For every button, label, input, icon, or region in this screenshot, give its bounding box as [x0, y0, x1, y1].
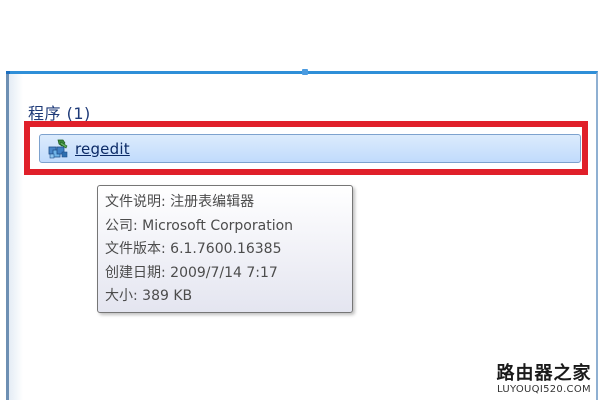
site-watermark: 路由器之家 LUYOUQI520.COM: [494, 364, 594, 396]
panel-resize-handle[interactable]: [302, 69, 308, 75]
start-menu-search-panel: 程序 (1) regedit 文件说明: 注册表编辑器 公司: Microsof…: [6, 69, 598, 400]
red-highlight-annotation: [24, 121, 588, 175]
tooltip-company: 公司: Microsoft Corporation: [105, 217, 294, 234]
screenshot-canvas: 程序 (1) regedit 文件说明: 注册表编辑器 公司: Microsof…: [0, 0, 600, 400]
tooltip-file-size: 大小: 389 KB: [105, 288, 193, 304]
tooltip-created-date: 创建日期: 2009/7/14 7:17: [105, 264, 278, 281]
tooltip-file-description: 文件说明: 注册表编辑器: [105, 194, 255, 210]
watermark-logo-text: 路由器之家: [496, 363, 592, 384]
panel-left-shade: [9, 74, 23, 400]
watermark-url: LUYOUQI520.COM: [497, 384, 591, 395]
tooltip-file-version: 文件版本: 6.1.7600.16385: [105, 241, 282, 257]
file-info-tooltip: 文件说明: 注册表编辑器 公司: Microsoft Corporation 文…: [97, 185, 353, 313]
